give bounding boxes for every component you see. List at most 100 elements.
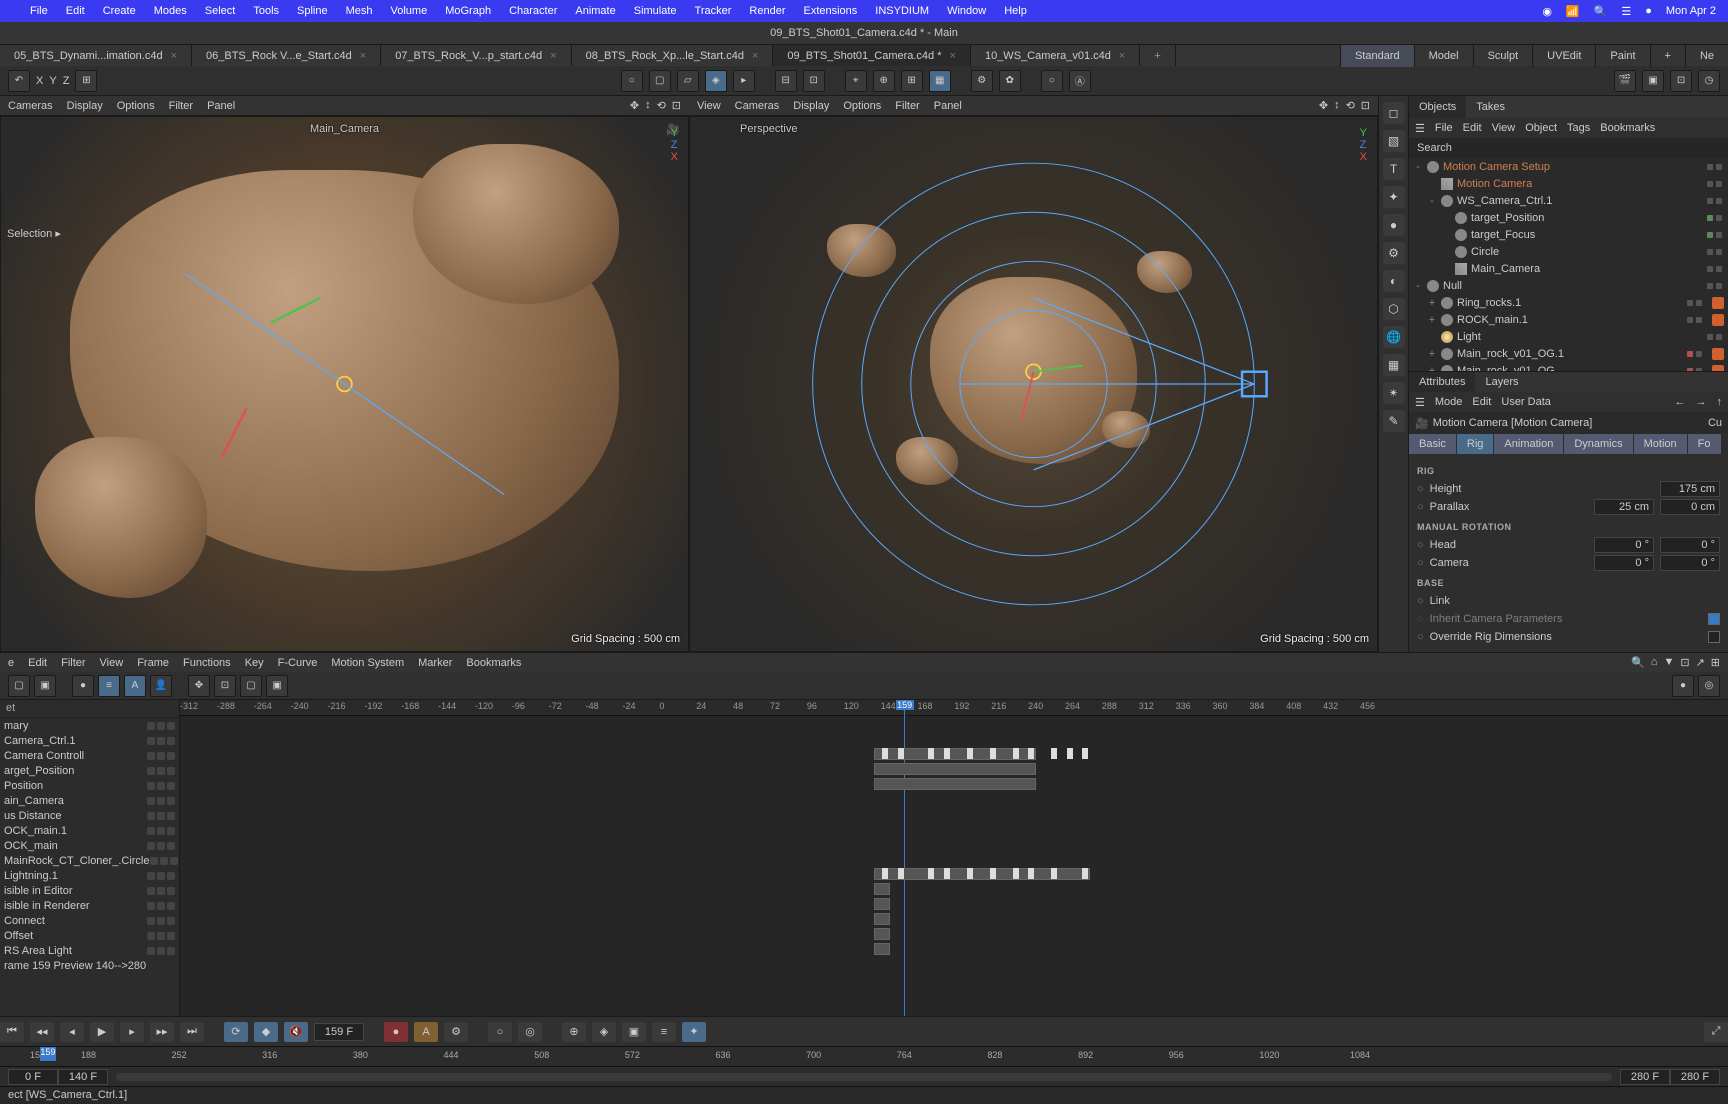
- keyframe-region[interactable]: [874, 763, 1035, 775]
- track-row[interactable]: Camera Controll: [0, 748, 179, 763]
- menubar-date[interactable]: Mon Apr 2: [1666, 5, 1716, 17]
- tl-rec[interactable]: ●: [1672, 675, 1694, 697]
- workspace-tab[interactable]: Sculpt: [1473, 45, 1533, 67]
- tl-k[interactable]: ⊡: [214, 675, 236, 697]
- menubar-status-icon[interactable]: ●: [1645, 5, 1652, 17]
- tl-tool[interactable]: ▢: [8, 675, 30, 697]
- tool-b[interactable]: ▸: [733, 70, 755, 92]
- tool-gear[interactable]: ⚙: [971, 70, 993, 92]
- palette-tool[interactable]: ⬡: [1383, 298, 1405, 320]
- hamburger-icon[interactable]: ☰: [1415, 122, 1425, 135]
- tl-menu-item[interactable]: Marker: [418, 657, 452, 669]
- attr-head2-input[interactable]: [1660, 537, 1720, 553]
- close-icon[interactable]: ×: [550, 50, 556, 62]
- tool-align2[interactable]: ⊡: [803, 70, 825, 92]
- objects-tab[interactable]: Objects: [1409, 96, 1466, 118]
- snap-2[interactable]: ⊕: [873, 70, 895, 92]
- timeline-tracks[interactable]: et mary Camera_Ctrl.1Camera Controllarge…: [0, 700, 180, 1016]
- object-manager[interactable]: ObjectsTakes ☰ FileEditViewObjectTagsBoo…: [1408, 96, 1728, 652]
- vp-menu-filter[interactable]: Filter: [169, 100, 193, 112]
- track-row[interactable]: MainRock_CT_Cloner_.Circle: [0, 853, 179, 868]
- vp-nav-icon[interactable]: ⊡: [672, 99, 681, 112]
- tl-e[interactable]: e: [8, 657, 14, 669]
- track-row[interactable]: arget_Position: [0, 763, 179, 778]
- vp-menu-cameras[interactable]: Cameras: [8, 100, 53, 112]
- expand-icon[interactable]: -: [1413, 280, 1423, 292]
- document-tab[interactable]: 08_BTS_Rock_Xp...le_Start.c4d×: [572, 45, 774, 66]
- menu-extensions[interactable]: Extensions: [803, 5, 857, 17]
- tl-menu-item[interactable]: Bookmarks: [466, 657, 521, 669]
- object-row[interactable]: -WS_Camera_Ctrl.1: [1409, 192, 1728, 209]
- viewport-right[interactable]: Perspective Grid Spacing : 500 cm YZX: [689, 116, 1378, 652]
- attr-subtab[interactable]: Dynamics: [1564, 434, 1632, 454]
- current-frame-input[interactable]: [314, 1023, 364, 1041]
- track-row[interactable]: Lightning.1: [0, 868, 179, 883]
- object-row[interactable]: target_Position: [1409, 209, 1728, 226]
- key-opts[interactable]: ⚙: [444, 1022, 468, 1042]
- track-row[interactable]: OCK_main: [0, 838, 179, 853]
- render-pict[interactable]: ▣: [1642, 70, 1664, 92]
- object-row[interactable]: +Main_rock_v01_OG.1: [1409, 345, 1728, 362]
- menu-insydium[interactable]: INSYDIUM: [875, 5, 929, 17]
- goto-start-button[interactable]: ⏮: [0, 1022, 24, 1042]
- tl-k[interactable]: ▣: [266, 675, 288, 697]
- rot-key[interactable]: ◎: [518, 1022, 542, 1042]
- tl-menu-icon[interactable]: 🔍: [1631, 656, 1645, 669]
- vp-nav-icon[interactable]: ✥: [630, 99, 639, 112]
- tool-plane[interactable]: ▱: [677, 70, 699, 92]
- vp-menu-panel[interactable]: Panel: [207, 100, 235, 112]
- object-search[interactable]: Search: [1409, 138, 1728, 158]
- attribute-subtabs[interactable]: BasicRigAnimationDynamicsMotionFo: [1409, 434, 1728, 454]
- workspace-tab[interactable]: UVEdit: [1532, 45, 1595, 67]
- palette-tool[interactable]: ◻: [1383, 102, 1405, 124]
- fwd-icon[interactable]: →: [1696, 396, 1707, 408]
- close-icon[interactable]: ×: [171, 50, 177, 62]
- timeline[interactable]: e EditFilterViewFrameFunctionsKeyF-Curve…: [0, 652, 1728, 1104]
- tl-menu-item[interactable]: View: [100, 657, 124, 669]
- goto-end-button[interactable]: ⏭: [180, 1022, 204, 1042]
- close-icon[interactable]: ×: [1119, 50, 1125, 62]
- menubar-status-icon[interactable]: 🔍: [1594, 5, 1608, 18]
- menu-mesh[interactable]: Mesh: [346, 5, 373, 17]
- tl-char[interactable]: 👤: [150, 675, 172, 697]
- tl-menu-item[interactable]: Key: [245, 657, 264, 669]
- attr-subtab[interactable]: Rig: [1457, 434, 1494, 454]
- document-tab[interactable]: 09_BTS_Shot01_Camera.c4d *×: [773, 45, 971, 66]
- object-row[interactable]: Motion Camera: [1409, 175, 1728, 192]
- workspace-tab[interactable]: Model: [1414, 45, 1473, 67]
- vp-nav-icon[interactable]: ✥: [1319, 99, 1328, 112]
- viewport-left[interactable]: Main_Camera 🎥 Selection ▸ Grid Spacing :…: [0, 116, 689, 652]
- object-row[interactable]: -Motion Camera Setup: [1409, 158, 1728, 175]
- attr-head1-input[interactable]: [1594, 537, 1654, 553]
- undo-button[interactable]: ↶: [8, 70, 30, 92]
- object-row[interactable]: -Null: [1409, 277, 1728, 294]
- tl-menu-item[interactable]: Edit: [28, 657, 47, 669]
- tool-align[interactable]: ⊟: [775, 70, 797, 92]
- vp-nav-icon[interactable]: ↕: [1334, 99, 1340, 112]
- attr-inherit-checkbox[interactable]: [1708, 613, 1720, 625]
- tl-menu-icon[interactable]: ↗: [1696, 656, 1705, 669]
- play-button[interactable]: ▶: [90, 1022, 114, 1042]
- palette-tool[interactable]: ▦: [1383, 354, 1405, 376]
- mac-menubar[interactable]: FileEditCreateModesSelectToolsSplineMesh…: [0, 0, 1728, 22]
- close-icon[interactable]: ×: [752, 50, 758, 62]
- attr-mode[interactable]: Mode: [1435, 396, 1463, 408]
- menu-simulate[interactable]: Simulate: [634, 5, 677, 17]
- tl-menu-item[interactable]: Frame: [137, 657, 169, 669]
- track-row[interactable]: RS Area Light: [0, 943, 179, 958]
- render-queue[interactable]: ◷: [1698, 70, 1720, 92]
- document-tab[interactable]: 05_BTS_Dynami...imation.c4d×: [0, 45, 192, 66]
- document-tabs[interactable]: 05_BTS_Dynami...imation.c4d×06_BTS_Rock …: [0, 44, 1728, 66]
- step-fwd-button[interactable]: ▸▸: [150, 1022, 174, 1042]
- tl-menu-icon[interactable]: ⊡: [1680, 656, 1689, 669]
- object-manager-menu[interactable]: ☰ FileEditViewObjectTagsBookmarks: [1409, 118, 1728, 138]
- timeline-ruler[interactable]: -312-288-264-240-216-192-168-144-120-96-…: [180, 700, 1728, 716]
- menu-edit[interactable]: Edit: [66, 5, 85, 17]
- attr-subtab[interactable]: Motion: [1634, 434, 1687, 454]
- workspace-tab[interactable]: Standard: [1340, 45, 1414, 67]
- attribute-menu[interactable]: ☰ Mode Edit User Data ← → ↑: [1409, 392, 1728, 412]
- viewport-right-menu[interactable]: View Cameras Display Options Filter Pane…: [689, 96, 1378, 116]
- attr-parallax2-input[interactable]: [1660, 499, 1720, 515]
- tl-menu-icon[interactable]: ▼: [1663, 656, 1674, 669]
- menu-window[interactable]: Window: [947, 5, 986, 17]
